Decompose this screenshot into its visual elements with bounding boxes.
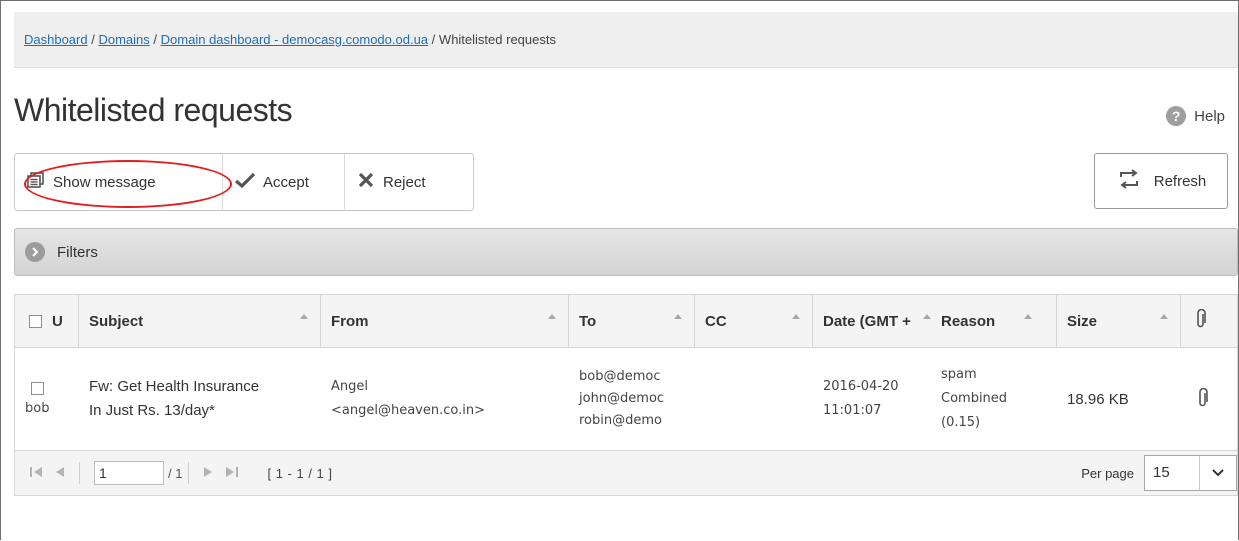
column-header-size-label: Size (1067, 312, 1098, 330)
column-header-subject[interactable]: Subject (79, 295, 321, 347)
row-attachment[interactable] (1181, 348, 1237, 450)
sort-arrow-icon (1160, 314, 1168, 319)
breadcrumb-separator: / (153, 32, 158, 47)
first-page-icon[interactable] (29, 466, 43, 481)
pager-divider (79, 462, 80, 484)
pager-divider (188, 462, 190, 484)
row-date: 2016-04-20 11:01:07 (813, 348, 937, 450)
breadcrumb-separator: / (431, 32, 436, 47)
page-number-input[interactable]: 1 (94, 461, 164, 485)
paperclip-icon (1197, 387, 1209, 411)
column-header-from[interactable]: From (321, 295, 569, 347)
question-circle-icon: ? (1166, 106, 1187, 126)
header-select-user: U (15, 295, 79, 347)
filters-label: Filters (57, 243, 98, 261)
breadcrumb-current: Whitelisted requests (438, 32, 556, 47)
sort-arrow-icon (674, 314, 682, 319)
column-header-size[interactable]: Size (1057, 295, 1181, 347)
refresh-label: Refresh (1153, 172, 1207, 190)
paperclip-icon (1195, 308, 1207, 333)
message-toolbar: Show message Accept Reject (14, 153, 474, 211)
row-to: bob@democ john@democ robin@demo (569, 348, 695, 450)
accept-label: Accept (263, 173, 309, 191)
page-title: Whitelisted requests (14, 92, 293, 128)
from-email: <angel@heaven.co.in> (331, 403, 485, 418)
column-header-date[interactable]: Date (GMT + (813, 295, 937, 347)
row-select-cell: bob (15, 348, 79, 450)
column-header-to[interactable]: To (569, 295, 695, 347)
row-reason: spam Combined (0.15) (937, 348, 1057, 450)
to-recipient: bob@democ (579, 369, 661, 384)
column-header-reason-label: Reason (941, 312, 996, 330)
breadcrumb-dashboard[interactable]: Dashboard (24, 32, 88, 47)
per-page-select[interactable]: 15 (1144, 455, 1237, 491)
column-header-cc[interactable]: CC (695, 295, 813, 347)
filters-panel-toggle[interactable]: Filters (14, 228, 1238, 276)
sort-arrow-icon (1024, 314, 1032, 319)
select-all-checkbox[interactable] (29, 314, 42, 328)
reject-label: Reject (383, 173, 426, 191)
column-header-attachment[interactable] (1181, 295, 1237, 347)
table-row[interactable]: bob Fw: Get Health Insurance In Just Rs.… (15, 348, 1237, 451)
to-recipient: john@democ (579, 391, 665, 406)
refresh-button[interactable]: Refresh (1094, 153, 1228, 209)
reason-line: spam (941, 367, 977, 382)
row-subject: Fw: Get Health Insurance In Just Rs. 13/… (79, 348, 321, 450)
sort-arrow-icon (923, 314, 931, 319)
reject-button[interactable]: Reject (345, 154, 473, 210)
requests-table: U Subject From To CC Date (GMT + Reason … (14, 294, 1238, 496)
last-page-icon[interactable] (225, 466, 239, 481)
show-message-button[interactable]: Show message (15, 154, 223, 210)
from-name: Angel (331, 379, 368, 394)
row-checkbox[interactable] (30, 382, 44, 395)
accept-button[interactable]: Accept (223, 154, 345, 210)
column-header-from-label: From (331, 312, 369, 330)
breadcrumb: Dashboard / Domains / Domain dashboard -… (14, 12, 1238, 68)
subject-line: In Just Rs. 13/day* (89, 402, 215, 419)
pagination-bar: 1 / 1 [ 1 - 1 / 1 ] Per page 15 (15, 451, 1237, 495)
column-header-date-label: Date (GMT + (823, 312, 911, 330)
per-page-value: 15 (1145, 456, 1200, 490)
chevron-down-icon (1200, 456, 1236, 490)
help-label: Help (1194, 107, 1225, 125)
column-header-cc-label: CC (705, 312, 727, 330)
message-icon (27, 172, 45, 192)
breadcrumb-domain-dashboard[interactable]: Domain dashboard - democasg.comodo.od.ua (161, 32, 428, 47)
help-link[interactable]: ? Help (1166, 106, 1225, 126)
next-page-icon[interactable] (203, 466, 213, 481)
chevron-right-icon (25, 242, 45, 262)
reason-line: Combined (941, 391, 1008, 406)
sort-arrow-icon (548, 314, 556, 319)
checkmark-icon (234, 172, 256, 192)
per-page-control: Per page 15 (1081, 451, 1237, 495)
record-range: [ 1 - 1 / 1 ] (267, 465, 333, 481)
row-user: bob (25, 401, 50, 416)
row-cc (695, 348, 813, 450)
sort-arrow-icon (300, 314, 308, 319)
per-page-label: Per page (1081, 465, 1134, 481)
previous-page-icon[interactable] (55, 466, 65, 481)
column-header-to-label: To (579, 312, 597, 330)
to-recipient: robin@demo (579, 413, 662, 428)
column-header-reason[interactable]: Reason (937, 295, 1057, 347)
row-size: 18.96 KB (1067, 390, 1129, 408)
breadcrumb-domains[interactable]: Domains (98, 32, 149, 47)
close-icon (357, 172, 375, 192)
page-total: / 1 (168, 465, 183, 481)
show-message-label: Show message (53, 173, 156, 191)
reason-line: (0.15) (941, 415, 981, 430)
row-from: Angel <angel@heaven.co.in> (321, 348, 569, 450)
refresh-icon (1116, 168, 1142, 194)
column-header-subject-label: Subject (89, 312, 144, 330)
date-time: 11:01:07 (823, 403, 882, 418)
breadcrumb-separator: / (91, 32, 95, 47)
column-header-user[interactable]: U (52, 313, 63, 330)
subject-line: Fw: Get Health Insurance (89, 378, 260, 395)
table-header: U Subject From To CC Date (GMT + Reason … (15, 295, 1237, 348)
date-day: 2016-04-20 (823, 379, 899, 394)
sort-arrow-icon (792, 314, 800, 319)
